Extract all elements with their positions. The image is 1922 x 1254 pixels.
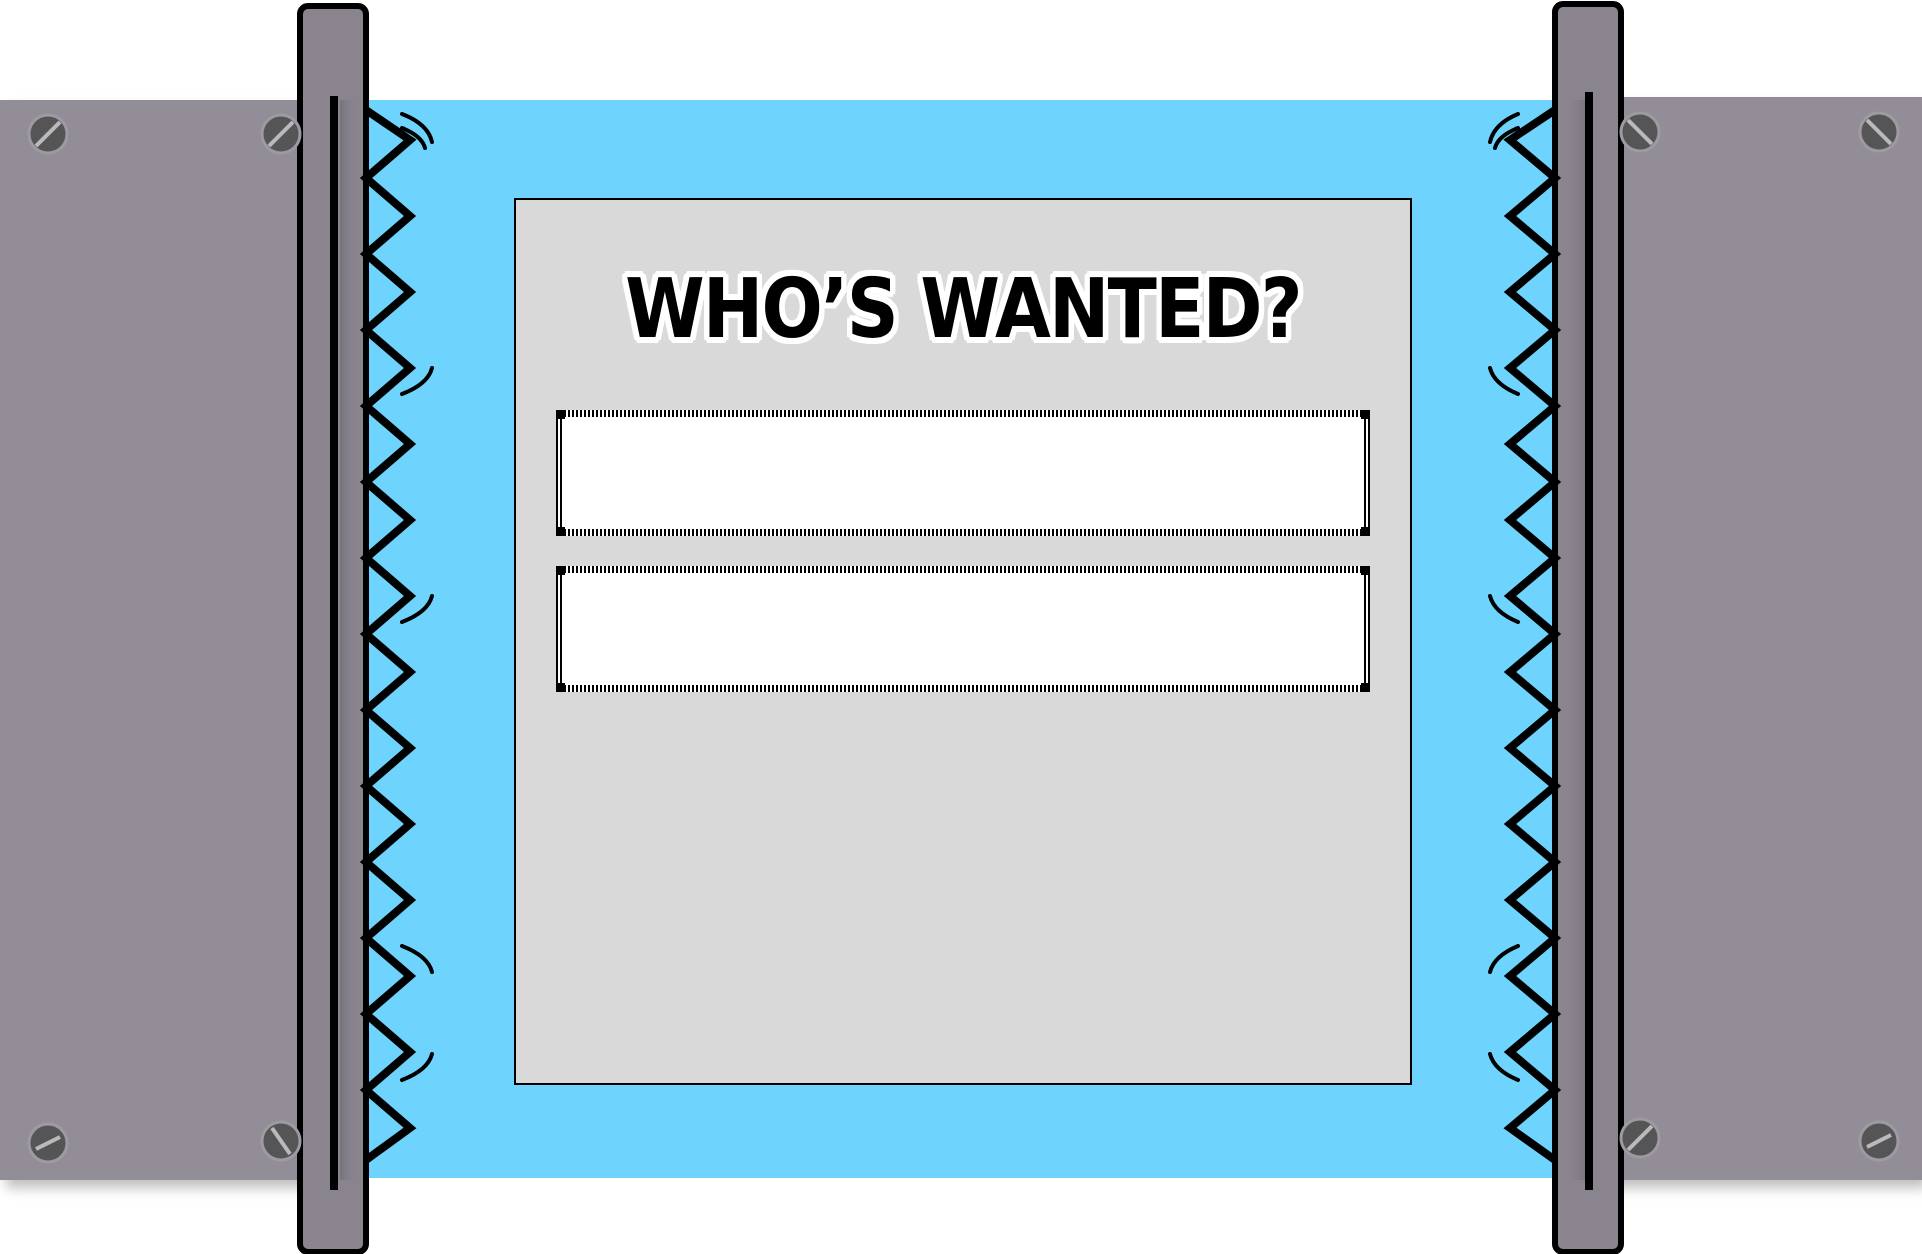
screw-icon bbox=[1619, 111, 1661, 153]
left-metal-plate bbox=[0, 100, 335, 1180]
screw-icon bbox=[1619, 1117, 1661, 1159]
game-screen: WHO’S WANTED? bbox=[0, 0, 1922, 1254]
right-metal-plate bbox=[1588, 97, 1922, 1180]
screw-icon bbox=[1858, 111, 1900, 153]
screw-icon bbox=[260, 1120, 302, 1162]
prompt-title: WHO’S WANTED? bbox=[625, 262, 1303, 357]
prompt-panel: WHO’S WANTED? bbox=[514, 198, 1412, 1085]
answer-input-2[interactable] bbox=[556, 566, 1370, 692]
screw-icon bbox=[260, 113, 302, 155]
screw-icon bbox=[1858, 1120, 1900, 1162]
screw-icon bbox=[27, 1122, 69, 1164]
answer-input-1[interactable] bbox=[556, 410, 1370, 536]
screw-icon bbox=[27, 113, 69, 155]
